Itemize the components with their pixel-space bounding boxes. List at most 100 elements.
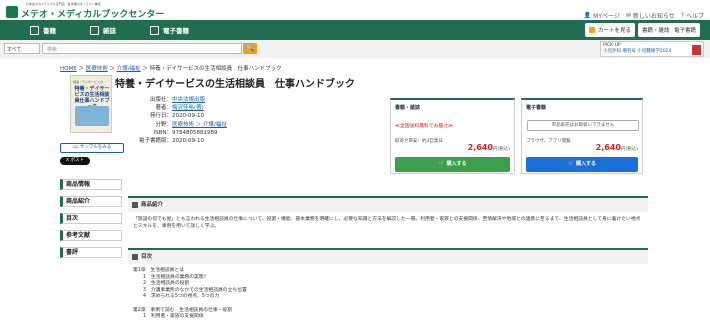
magazine-icon [90, 25, 99, 35]
ebook-box-heading: 電子書籍 [526, 105, 547, 111]
cart-books-button[interactable]: 書籍・雑誌 [638, 23, 674, 37]
mypage-link[interactable]: 👤 MYページ [584, 11, 620, 20]
info-row: 発行日： 2020-09-10 [104, 112, 227, 120]
logo-text: メテオ・メディカルブックセンター [21, 10, 165, 20]
search-button[interactable]: 🔍 [243, 43, 257, 54]
toc-line: 4 求められる5つの視点、5つの力 [143, 294, 220, 300]
search-category-select[interactable]: すべて [4, 43, 40, 54]
nav-books-label: 書籍 [43, 27, 56, 35]
info-value: 9784805881989 [172, 129, 218, 136]
toc-list: 第1章 生活相談員とは 1 生活相談員の業務の実態？ 2 生活相談員の役割 3 … [133, 268, 247, 321]
info-key: 出版社： [149, 97, 172, 103]
sidebar-item-introduction[interactable]: 商品紹介 [60, 196, 122, 207]
ebook-price: 2,640円(税込) [596, 143, 638, 152]
tablet-icon [150, 25, 159, 35]
top-header: 日本最大のメディカル専門店・医学書のオンライン書店 メテオ・メディカルブックセン… [0, 0, 710, 20]
cart-ebooks-label: 電子書籍 [674, 28, 697, 34]
info-row: 著者： 梅沢佳裕(著) [104, 104, 227, 112]
sample-label: サンプルをみる [79, 145, 112, 150]
help-link[interactable]: ? ヘルプ [681, 11, 704, 20]
info-row: ISBN： 9784805881989 [104, 129, 227, 137]
pickup-text: 小児外科 増刊号 小児腫瘍学2024 [603, 49, 672, 54]
breadcrumb-subcategory[interactable]: 介護/福祉 [117, 66, 141, 72]
publisher-link[interactable]: 中央法規出版 [172, 97, 205, 103]
toc-heading: 目次 [128, 250, 648, 264]
cover-subtitle: 特養・デイサービスの [73, 80, 104, 84]
ebook-price-unit: 円(税込) [620, 147, 638, 152]
cart-ebooks-button[interactable]: 電子書籍 [670, 23, 701, 37]
help-label: ヘルプ [685, 13, 704, 20]
book-icon [30, 25, 39, 35]
nav-ebooks-label: 電子書籍 [163, 27, 189, 35]
intro-section: 商品紹介 [128, 196, 648, 212]
x-post-label: ポスト [70, 158, 85, 163]
breadcrumb: HOME ＞ 医療技術 ＞ 介護/福祉 ＞ 特養・デイサービスの生活相談員 仕事… [60, 66, 282, 72]
buy-ebook-button[interactable]: 🛒 購入する [526, 157, 638, 172]
nav-magazines[interactable]: 雑誌 [90, 20, 116, 40]
section-bullet-icon [132, 202, 138, 208]
pickup-banner[interactable]: PICK UP 小児外科 増刊号 小児腫瘍学2024 [600, 41, 704, 57]
section-bullet-icon [132, 254, 138, 260]
ebook-price-value: 2,640 [595, 143, 621, 152]
nav-ebooks[interactable]: 電子書籍 [150, 20, 189, 40]
field-link[interactable]: 医療技術 ＞ 介護/福祉 [172, 122, 227, 128]
breadcrumb-home[interactable]: HOME [60, 66, 77, 72]
breadcrumb-category[interactable]: 医療技術 [86, 66, 108, 72]
news-label: 新しいお知らせ [632, 13, 675, 20]
book-info: 出版社： 中央法規出版 著者： 梅沢佳裕(著) 発行日： 2020-09-10 分野：… [104, 96, 227, 145]
info-row: 出版社： 中央法規出版 [104, 96, 227, 104]
ebook-purchase-box: 電子書籍 単品販売はお取扱いできません ブラウザ、アプリ閲覧 2,640円(税込… [521, 98, 643, 174]
logo-tagline: 日本最大のメディカル専門店・医学書のオンライン書店 [26, 2, 101, 6]
news-link[interactable]: ✉ 新しいお知らせ [626, 11, 675, 20]
print-purchase-box: 書籍・雑誌 ≪全国送料無料でお届け≫ 取寄せ目安：約3営業日 2,640円(税込… [390, 98, 515, 174]
toc-section: 目次 [128, 248, 648, 264]
sidebar: 商品情報 商品紹介 目次 参考文献 書評 [60, 179, 122, 264]
intro-heading-label: 商品紹介 [141, 202, 164, 208]
shipping-estimate: 取寄せ目安：約3営業日 [395, 139, 443, 144]
toc-line: 2 生活相談員の役割 [143, 281, 190, 287]
page-title: 特養・デイサービスの生活相談員 仕事ハンドブック [115, 79, 355, 90]
print-price-unit: 円(税込) [492, 147, 510, 152]
ebook-notice: 単品販売はお取扱いできません [527, 120, 639, 131]
toc-line: 第1章 生活相談員とは [133, 268, 185, 273]
cart-icon [589, 27, 595, 33]
print-price: 2,640円(税込) [468, 143, 510, 152]
mypage-label: MYページ [593, 13, 620, 20]
nav-books[interactable]: 書籍 [30, 20, 56, 40]
info-key: 電子書籍版： [138, 138, 172, 145]
info-value: 2020-09-10 [172, 138, 204, 145]
info-value: 2020-09-10 [172, 113, 204, 120]
top-links: 👤 MYページ ✉ 新しいお知らせ ? ヘルプ [584, 11, 704, 20]
nav-magazines-label: 雑誌 [103, 27, 116, 35]
print-price-value: 2,640 [467, 143, 493, 152]
cart-button[interactable]: カートを見る [585, 23, 636, 37]
site-logo[interactable]: 日本最大のメディカル専門店・医学書のオンライン書店 メテオ・メディカルブックセン… [6, 2, 165, 20]
sidebar-item-toc[interactable]: 目次 [60, 213, 122, 224]
cart-label: カートを見る [598, 28, 632, 34]
info-row: 電子書籍版： 2020-09-10 [104, 137, 227, 145]
sidebar-item-product-info[interactable]: 商品情報 [60, 179, 122, 190]
sidebar-item-reviews[interactable]: 書評 [60, 247, 122, 258]
toc-heading-label: 目次 [141, 254, 153, 260]
sidebar-item-references[interactable]: 参考文献 [60, 230, 122, 241]
x-post-button[interactable]: X ポスト [60, 157, 90, 165]
search-input[interactable]: 検索 [42, 43, 242, 54]
ebook-viewer-info: ブラウザ、アプリ閲覧 [526, 139, 571, 144]
intro-heading: 商品紹介 [128, 198, 648, 212]
intro-text: 「施設の何でも屋」とも言われる生活相談員の仕事について、役割・機能、基本業務を明… [133, 217, 641, 229]
breadcrumb-current: 特養・デイサービスの生活相談員 仕事ハンドブック [149, 66, 282, 72]
buy-print-button[interactable]: 🛒 購入する [395, 157, 510, 172]
buy-print-label: 購入する [446, 161, 467, 167]
logo-mark-icon [6, 5, 18, 18]
info-key: 著者： [155, 105, 172, 112]
info-row: 分野： 医療技術 ＞ 介護/福祉 [104, 121, 227, 129]
info-key: 発行日： [149, 113, 172, 120]
info-key: ISBN： [153, 129, 172, 136]
author-link[interactable]: 梅沢佳裕(著) [172, 105, 204, 111]
buy-ebook-label: 購入する [575, 161, 596, 167]
toc-spacer [133, 301, 247, 308]
print-box-heading: 書籍・雑誌 [395, 105, 421, 111]
info-key: 分野： [155, 121, 172, 128]
free-shipping-notice: ≪全国送料無料でお届け≫ [395, 124, 454, 129]
main-nav: 書籍 雑誌 電子書籍 カートを見る 書籍・雑誌 電子書籍 [0, 20, 710, 40]
